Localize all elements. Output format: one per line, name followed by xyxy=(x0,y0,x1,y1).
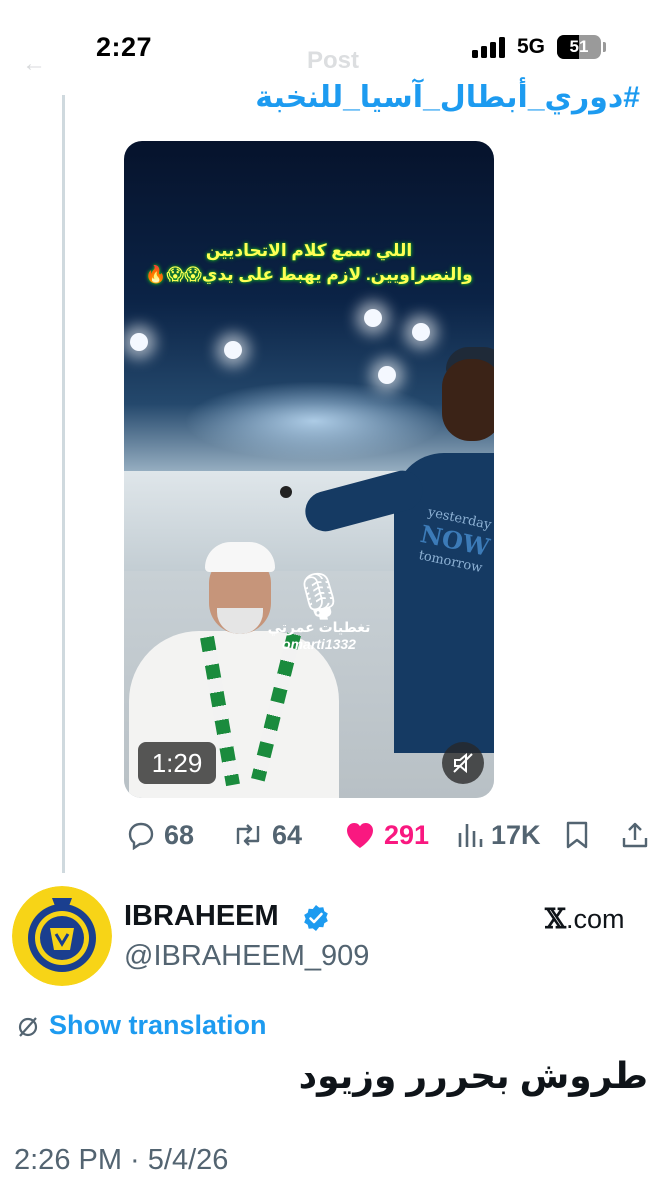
network-type: 5G xyxy=(517,35,546,58)
reporter-person: yesterday NOW tomorrow xyxy=(300,341,494,798)
watermark-arabic: تغطيات عمرتي xyxy=(267,619,371,635)
avatar[interactable] xyxy=(12,886,112,986)
x-logo-icon: 𝕏 xyxy=(545,904,566,935)
show-translation-link[interactable]: Show translation xyxy=(49,1010,267,1041)
video-duration: 1:29 xyxy=(138,742,216,784)
bookmark-icon xyxy=(566,821,588,849)
source-label: 𝕏.com xyxy=(545,904,624,935)
reply-icon xyxy=(128,822,154,850)
display-name[interactable]: IBRAHEEM xyxy=(124,900,279,933)
verified-badge-icon xyxy=(302,904,330,937)
speaker-muted-icon[interactable] xyxy=(442,742,484,784)
share-icon xyxy=(622,822,648,848)
video-caption-line1: اللي سمع كلام الاتحاديين xyxy=(205,241,413,260)
header-title: Post xyxy=(307,47,360,74)
share-button[interactable] xyxy=(620,812,650,858)
floodlight xyxy=(364,309,382,327)
heart-icon xyxy=(347,823,373,848)
hashtag-link[interactable]: #دوري_أبطال_آسيا_للنخبة xyxy=(255,80,640,115)
video-caption-line2: والنصراويين. لازم يهبط على يدي😱😱🔥 xyxy=(145,265,473,284)
tweet-actions: 68 64 291 17K xyxy=(124,812,654,858)
battery-level: 51 xyxy=(569,37,589,56)
like-count: 291 xyxy=(384,819,430,850)
reply-button[interactable]: 68 xyxy=(126,812,194,858)
repost-count: 64 xyxy=(272,819,303,850)
thread-line xyxy=(62,95,65,873)
club-crest-icon xyxy=(12,886,112,986)
repost-button[interactable]: 64 xyxy=(232,812,302,858)
bookmark-button[interactable] xyxy=(564,812,590,858)
views-button[interactable]: 17K xyxy=(457,812,541,858)
microphone-icon: 🎙 xyxy=(289,570,349,622)
status-bar: 2:27 5G 51 ← Post xyxy=(0,0,666,90)
arrow-left-icon[interactable]: ← xyxy=(22,50,46,78)
translate-icon xyxy=(16,1015,40,1044)
tweet-timestamp: 2:26 PM · 5/4/26 xyxy=(14,1144,229,1176)
signal-icon xyxy=(472,36,508,58)
repost-icon xyxy=(236,824,260,846)
user-handle[interactable]: @IBRAHEEM_909 xyxy=(124,940,369,973)
views-count: 17K xyxy=(491,819,541,850)
source-domain: .com xyxy=(565,904,625,934)
status-time: 2:27 xyxy=(96,32,153,62)
floodlight xyxy=(412,323,430,341)
battery-tip xyxy=(603,42,606,52)
video-watermark: 🎙 تغطيات عمرتي omarti1332 xyxy=(264,573,374,652)
like-button[interactable]: 291 xyxy=(344,812,429,858)
views-icon xyxy=(458,824,483,847)
floodlight xyxy=(130,333,148,351)
watermark-handle: omarti1332 xyxy=(282,636,356,652)
video-player[interactable]: اللي سمع كلام الاتحاديين والنصراويين. لا… xyxy=(124,141,494,798)
reply-count: 68 xyxy=(164,819,195,850)
battery-icon: 51 xyxy=(557,35,601,59)
microphone xyxy=(280,486,292,498)
floodlight xyxy=(224,341,242,359)
tweet-text: طروش بحررر وزيود xyxy=(298,1055,648,1096)
